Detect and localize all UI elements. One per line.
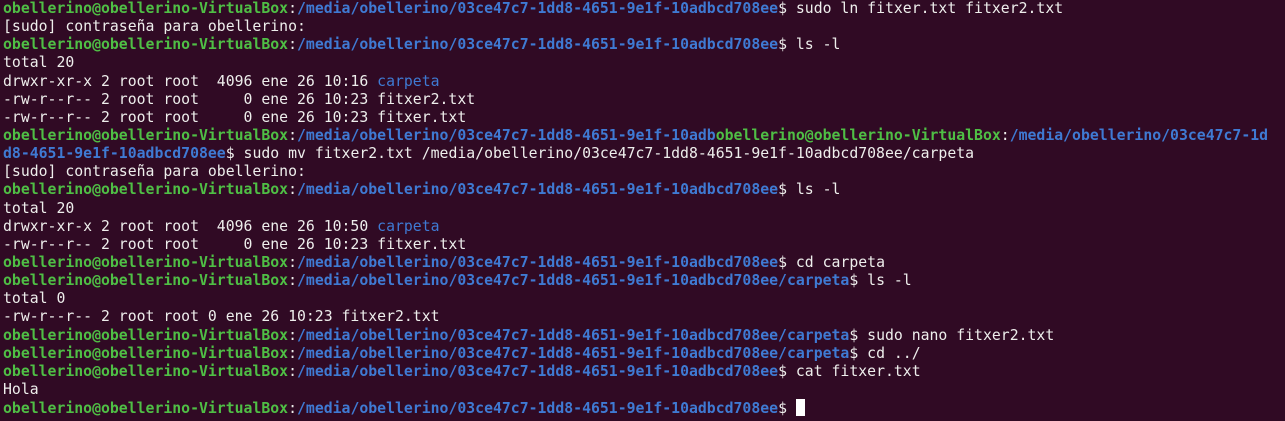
ls-entry-info: -rw-r--r-- 2 root root 0 ene 26 10:23 bbox=[3, 108, 378, 126]
terminal-line: obellerino@obellerino-VirtualBox:/media/… bbox=[3, 254, 1282, 272]
output-text: -rw-r--r-- 2 root root 0 ene 26 10:23 fi… bbox=[3, 308, 440, 326]
prompt-user-host: obellerino@obellerino-VirtualBox bbox=[3, 362, 289, 380]
ls-entry-info: -rw-r--r-- 2 root root 0 ene 26 10:23 bbox=[3, 235, 378, 253]
directory-name: carpeta bbox=[377, 217, 440, 235]
ls-entry-info: drwxr-xr-x 2 root root 4096 ene 26 10:50 bbox=[3, 217, 378, 235]
prompt-user-host: obellerino@obellerino-VirtualBox bbox=[3, 253, 289, 271]
terminal-line: -rw-r--r-- 2 root root 0 ene 26 10:23 fi… bbox=[3, 109, 1282, 127]
prompt-separator: : bbox=[288, 126, 297, 144]
ls-entry-info: drwxr-xr-x 2 root root 4096 ene 26 10:16 bbox=[3, 72, 378, 90]
prompt-symbol: $ bbox=[778, 362, 796, 380]
command-text: cat fitxer.txt bbox=[795, 362, 921, 380]
command-text: ls -l bbox=[795, 36, 841, 54]
prompt-path: /media/obellerino/03ce47c7-1dd8-4651-9e1… bbox=[297, 400, 779, 418]
output-text: Hola bbox=[3, 380, 39, 398]
prompt-path: /media/obellerino/03ce47c7-1dd8-4651-9e1… bbox=[297, 344, 850, 362]
command-text: sudo mv fitxer2.txt /media/obellerino/03… bbox=[243, 145, 975, 163]
text-cursor[interactable] bbox=[795, 399, 805, 417]
output-text: total 20 bbox=[3, 54, 75, 72]
prompt-separator: : bbox=[288, 181, 297, 199]
command-text: cd ../ bbox=[867, 344, 921, 362]
prompt-separator: : bbox=[288, 400, 297, 418]
file-name: fitxer.txt bbox=[377, 108, 467, 126]
terminal-line: [sudo] contraseña para obellerino: bbox=[3, 18, 1282, 36]
prompt-path: /media/obellerino/03ce47c7-1dd8-4651-9e1… bbox=[297, 0, 779, 17]
terminal-line: -rw-r--r-- 2 root root 0 ene 26 10:23 fi… bbox=[3, 236, 1282, 254]
prompt-separator: : bbox=[288, 0, 297, 17]
terminal-line: obellerino@obellerino-VirtualBox:/media/… bbox=[3, 345, 1282, 363]
prompt-user-host: obellerino@obellerino-VirtualBox bbox=[3, 400, 289, 418]
prompt-symbol: $ bbox=[778, 0, 796, 17]
prompt-separator: : bbox=[288, 253, 297, 271]
prompt-user-host: obellerino@obellerino-VirtualBox bbox=[715, 126, 1001, 144]
prompt-path: d8-4651-9e1f-10adbcd708ee bbox=[3, 145, 226, 163]
prompt-symbol: $ bbox=[778, 181, 796, 199]
terminal-line: total 20 bbox=[3, 200, 1282, 218]
output-text: total 0 bbox=[3, 290, 66, 308]
prompt-separator: : bbox=[288, 36, 297, 54]
prompt-user-host: obellerino@obellerino-VirtualBox bbox=[3, 126, 289, 144]
terminal-line: total 0 bbox=[3, 290, 1282, 308]
prompt-user-host: obellerino@obellerino-VirtualBox bbox=[3, 344, 289, 362]
prompt-path: /media/obellerino/03ce47c7-1dd8-4651-9e1… bbox=[297, 181, 779, 199]
prompt-separator: : bbox=[288, 362, 297, 380]
terminal-line: obellerino@obellerino-VirtualBox:/media/… bbox=[3, 272, 1282, 290]
prompt-user-host: obellerino@obellerino-VirtualBox bbox=[3, 0, 289, 17]
file-name: fitxer.txt bbox=[377, 235, 467, 253]
command-text: sudo ln fitxer.txt fitxer2.txt bbox=[795, 0, 1064, 17]
prompt-user-host: obellerino@obellerino-VirtualBox bbox=[3, 36, 289, 54]
prompt-separator: : bbox=[288, 326, 297, 344]
prompt-user-host: obellerino@obellerino-VirtualBox bbox=[3, 272, 289, 290]
prompt-separator: : bbox=[288, 272, 297, 290]
prompt-symbol: $ bbox=[225, 145, 244, 163]
output-text: total 20 bbox=[3, 199, 75, 217]
command-text: ls -l bbox=[867, 272, 912, 290]
prompt-separator: : bbox=[1000, 126, 1010, 144]
file-name: fitxer2.txt bbox=[377, 90, 476, 108]
prompt-path: /media/obellerino/03ce47c7-1dd8-4651-9e1… bbox=[297, 326, 850, 344]
prompt-user-host: obellerino@obellerino-VirtualBox bbox=[3, 181, 289, 199]
terminal-line: d8-4651-9e1f-10adbcd708ee$ sudo mv fitxe… bbox=[3, 145, 1282, 163]
command-text: cd carpeta bbox=[795, 253, 885, 271]
terminal-line: [sudo] contraseña para obellerino: bbox=[3, 163, 1282, 181]
command-text: ls -l bbox=[795, 181, 841, 199]
terminal-window[interactable]: obellerino@obellerino-VirtualBox:/media/… bbox=[0, 0, 1285, 421]
prompt-symbol: $ bbox=[849, 344, 868, 362]
terminal-line: obellerino@obellerino-VirtualBox:/media/… bbox=[3, 399, 1282, 417]
prompt-symbol: $ bbox=[849, 272, 868, 290]
command-text: sudo nano fitxer2.txt bbox=[867, 326, 1055, 344]
prompt-path: /media/obellerino/03ce47c7-1dd8-4651-9e1… bbox=[297, 126, 716, 144]
prompt-separator: : bbox=[288, 344, 297, 362]
prompt-symbol: $ bbox=[778, 36, 796, 54]
prompt-path: /media/obellerino/03ce47c7-1dd8-4651-9e1… bbox=[297, 253, 779, 271]
prompt-symbol: $ bbox=[778, 253, 796, 271]
prompt-path: /media/obellerino/03ce47c7-1dd8-4651-9e1… bbox=[297, 272, 850, 290]
prompt-path: /media/obellerino/03ce47c7-1dd8-4651-9e1… bbox=[297, 362, 779, 380]
ls-entry-info: -rw-r--r-- 2 root root 0 ene 26 10:23 bbox=[3, 90, 378, 108]
terminal-line: obellerino@obellerino-VirtualBox:/media/… bbox=[3, 327, 1282, 345]
terminal-line: drwxr-xr-x 2 root root 4096 ene 26 10:16… bbox=[3, 73, 1282, 91]
terminal-line: obellerino@obellerino-VirtualBox:/media/… bbox=[3, 181, 1282, 199]
terminal-line: obellerino@obellerino-VirtualBox:/media/… bbox=[3, 36, 1282, 54]
terminal-line: obellerino@obellerino-VirtualBox:/media/… bbox=[3, 127, 1282, 145]
prompt-user-host: obellerino@obellerino-VirtualBox bbox=[3, 326, 289, 344]
terminal-line: obellerino@obellerino-VirtualBox:/media/… bbox=[3, 363, 1282, 381]
directory-name: carpeta bbox=[377, 72, 440, 90]
terminal-line: Hola bbox=[3, 381, 1282, 399]
prompt-path: /media/obellerino/03ce47c7-1dd8-4651-9e1… bbox=[297, 36, 779, 54]
terminal-line: obellerino@obellerino-VirtualBox:/media/… bbox=[3, 0, 1282, 18]
prompt-symbol: $ bbox=[778, 400, 796, 418]
prompt-symbol: $ bbox=[849, 326, 868, 344]
output-text: [sudo] contraseña para obellerino: bbox=[3, 18, 306, 36]
terminal-line: total 20 bbox=[3, 54, 1282, 72]
terminal-line: drwxr-xr-x 2 root root 4096 ene 26 10:50… bbox=[3, 218, 1282, 236]
terminal-line: -rw-r--r-- 2 root root 0 ene 26 10:23 fi… bbox=[3, 91, 1282, 109]
output-text: [sudo] contraseña para obellerino: bbox=[3, 163, 306, 181]
terminal-line: -rw-r--r-- 2 root root 0 ene 26 10:23 fi… bbox=[3, 308, 1282, 326]
prompt-path: /media/obellerino/03ce47c7-1d bbox=[1009, 126, 1269, 144]
